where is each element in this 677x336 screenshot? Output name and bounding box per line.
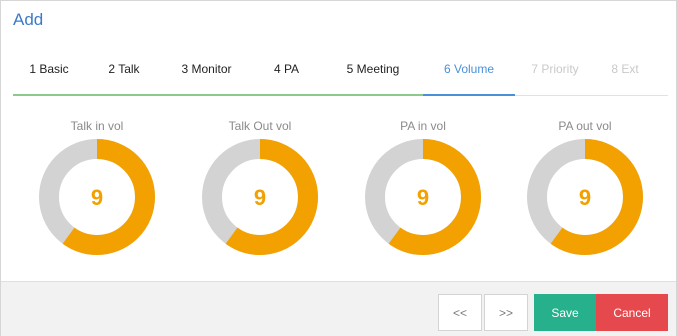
tab-label: 2 Talk: [108, 62, 140, 76]
tab-monitor[interactable]: 3 Monitor: [163, 53, 250, 96]
gauge-value: 9: [91, 185, 103, 210]
talk-out-vol-gauge[interactable]: Talk Out vol 9: [198, 119, 322, 259]
volume-gauges: Talk in vol 9 Talk Out vol 9 PA in vol 9: [33, 119, 653, 259]
tab-priority[interactable]: 7 Priority: [515, 53, 595, 95]
cancel-button[interactable]: Cancel: [596, 294, 668, 331]
pa-out-vol-gauge[interactable]: PA out vol 9: [523, 119, 647, 259]
prev-button[interactable]: <<: [438, 294, 482, 331]
gauge-value: 9: [417, 185, 429, 210]
dialog-title: Add: [13, 10, 44, 29]
tab-talk[interactable]: 2 Talk: [85, 53, 163, 96]
gauge-label: Talk Out vol: [228, 119, 292, 133]
donut-chart: 9: [202, 139, 318, 255]
donut-chart: 9: [365, 139, 481, 255]
gauge-value: 9: [579, 185, 591, 210]
tab-label: 8 Ext: [611, 62, 639, 76]
talk-in-vol-gauge[interactable]: Talk in vol 9: [35, 119, 159, 259]
tab-label: 6 Volume: [443, 62, 495, 76]
tab-label: 5 Meeting: [346, 62, 400, 76]
save-label: Save: [551, 305, 579, 320]
tab-ext[interactable]: 8 Ext: [595, 53, 655, 95]
prev-label: <<: [452, 305, 467, 320]
next-label: >>: [498, 305, 513, 320]
gauge-label: PA out vol: [558, 119, 612, 133]
gauge-label: Talk in vol: [70, 119, 124, 133]
tab-label: 1 Basic: [29, 62, 69, 76]
wizard-tabs: 1 Basic 2 Talk 3 Monitor 4 PA 5 Meeting …: [13, 53, 668, 96]
tab-volume[interactable]: 6 Volume: [423, 53, 515, 96]
tab-meeting[interactable]: 5 Meeting: [323, 53, 423, 96]
dialog-footer: << >> Save Cancel: [1, 281, 676, 336]
tab-label: 3 Monitor: [181, 62, 232, 76]
donut-chart: 9: [527, 139, 643, 255]
gauge-value: 9: [254, 185, 266, 210]
pa-in-vol-gauge[interactable]: PA in vol 9: [361, 119, 485, 259]
tab-basic[interactable]: 1 Basic: [13, 53, 85, 96]
donut-chart: 9: [39, 139, 155, 255]
tab-label: 4 PA: [273, 62, 300, 76]
tab-label: 7 Priority: [531, 62, 579, 76]
tab-pa[interactable]: 4 PA: [250, 53, 323, 96]
save-button[interactable]: Save: [534, 294, 596, 331]
next-button[interactable]: >>: [484, 294, 528, 331]
cancel-label: Cancel: [613, 305, 651, 320]
gauge-label: PA in vol: [400, 119, 446, 133]
add-dialog: Add 1 Basic 2 Talk 3 Monitor 4 PA 5 Meet…: [0, 0, 677, 336]
